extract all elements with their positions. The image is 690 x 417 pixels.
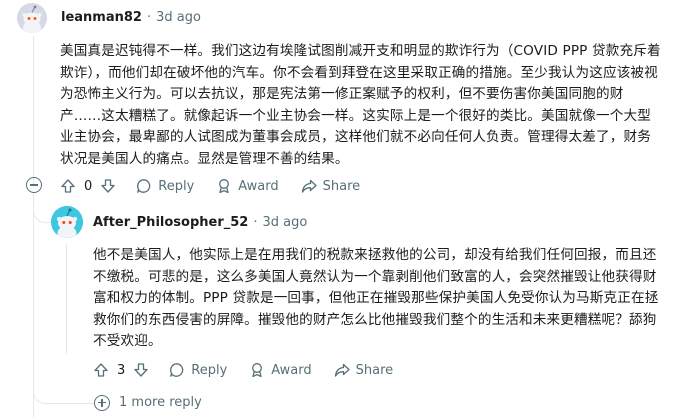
timestamp[interactable]: 3d ago (262, 215, 307, 230)
more-replies-link[interactable]: 1 more reply (119, 395, 202, 410)
award-icon (219, 179, 230, 194)
vote-count: 0 (84, 178, 93, 194)
username[interactable]: After_Philosopher_52 (93, 215, 248, 230)
comment-actions: 3 Reply Award Share (93, 359, 393, 381)
expand-replies-button[interactable] (94, 395, 110, 411)
comment-icon (170, 363, 184, 377)
share-label: Share (322, 178, 361, 194)
downvote-icon (134, 363, 148, 377)
share-button[interactable]: Share (301, 178, 361, 194)
share-icon (301, 179, 317, 193)
award-button[interactable]: Award (216, 178, 279, 194)
collapse-thread-button[interactable] (26, 177, 42, 193)
upvote-button[interactable] (60, 178, 76, 194)
avatar[interactable] (51, 206, 83, 238)
award-label: Award (271, 362, 312, 378)
username[interactable]: leanman82 (61, 10, 142, 25)
vote-count: 3 (117, 362, 126, 378)
share-button[interactable]: Share (334, 362, 394, 378)
thread-line-reply (66, 244, 67, 354)
comment-actions: 0 Reply Award Share (60, 175, 360, 197)
timestamp[interactable]: 3d ago (156, 10, 201, 25)
thread-curve-more (33, 378, 94, 404)
thread-curve (33, 192, 52, 223)
separator: · (253, 215, 258, 230)
comment-header: leanman82 · 3d ago (61, 10, 201, 25)
downvote-icon (101, 179, 115, 193)
separator: · (146, 10, 152, 25)
share-icon (334, 363, 350, 377)
comment-header: After_Philosopher_52 · 3d ago (93, 215, 307, 230)
award-icon (252, 363, 263, 378)
award-label: Award (238, 178, 279, 194)
upvote-icon (61, 179, 75, 193)
snoo-avatar-icon (51, 206, 83, 238)
snoo-avatar-icon (17, 3, 47, 33)
thread-line-main (33, 36, 34, 184)
avatar[interactable] (17, 3, 47, 33)
reply-button[interactable]: Reply (136, 178, 194, 194)
upvote-icon (94, 363, 108, 377)
reply-button[interactable]: Reply (169, 362, 227, 378)
reply-label: Reply (158, 178, 195, 194)
downvote-button[interactable] (100, 178, 116, 194)
upvote-button[interactable] (93, 362, 109, 378)
comment-icon (137, 179, 151, 193)
comment-body: 他不是美国人，他实际上是在用我们的税款来拯救他的公司，却没有给我们任何回报，而且… (93, 247, 659, 349)
reply-label: Reply (191, 362, 228, 378)
downvote-button[interactable] (133, 362, 149, 378)
comment-body: 美国真是迟钝得不一样。我们这边有埃隆试图削减开支和明显的欺诈行为（COVID P… (60, 43, 661, 167)
award-button[interactable]: Award (249, 362, 312, 378)
share-label: Share (355, 362, 394, 378)
